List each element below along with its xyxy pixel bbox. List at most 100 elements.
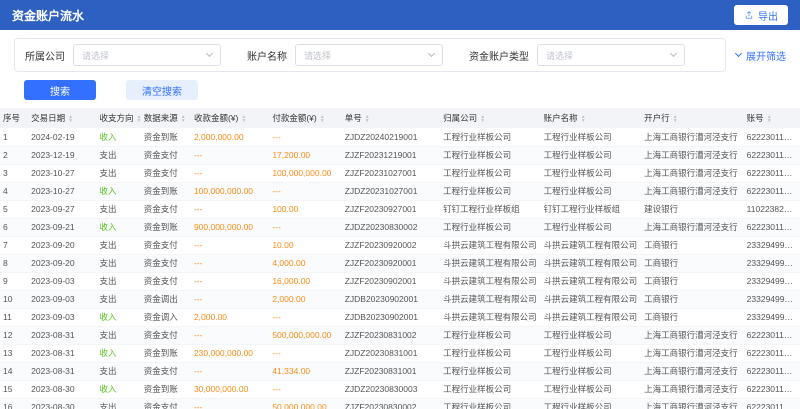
sort-icon[interactable]: ▲▼: [68, 115, 73, 123]
cell-bank: 上海工商银行漕河泾支行: [641, 380, 744, 398]
cell-account-name: 斗拱云建筑工程有限公司: [541, 236, 642, 254]
company-select[interactable]: 请选择: [73, 44, 221, 66]
cell-bank: 工商银行: [641, 290, 744, 308]
clear-search-button[interactable]: 清空搜索: [126, 80, 198, 100]
filter-actions: 搜索 清空搜索: [24, 80, 800, 100]
cell-source: 资金到账: [141, 128, 191, 146]
search-button[interactable]: 搜索: [24, 80, 96, 100]
cell-direction: 收入: [96, 128, 140, 146]
cell-order-no: ZJZF20230830002: [342, 398, 440, 409]
cell-index: 8: [0, 254, 28, 272]
sort-icon[interactable]: ▲▼: [241, 115, 246, 123]
cell-receive-amount: 230,000,000.00: [191, 344, 269, 362]
cell-source: 资金支付: [141, 272, 191, 290]
sort-icon[interactable]: ▲▼: [673, 115, 678, 123]
cell-date: 2023-08-31: [28, 362, 96, 380]
cell-receive-amount: 30,000,000.00: [191, 380, 269, 398]
cell-date: 2023-09-03: [28, 272, 96, 290]
col-order-no[interactable]: 单号▲▼: [342, 108, 440, 128]
col-label: 开户行: [644, 113, 670, 123]
cell-receive-amount: ---: [191, 290, 269, 308]
cell-receive-amount: 2,000.00: [191, 308, 269, 326]
cell-bank: 上海工商银行漕河泾支行: [641, 398, 744, 409]
export-label: 导出: [758, 8, 778, 23]
expand-filters-link[interactable]: 展开筛选: [736, 48, 786, 63]
export-button[interactable]: 导出: [734, 5, 788, 25]
transactions-table: 序号交易日期▲▼收支方向▲▼数据来源▲▼收款金额(¥)▲▼付款金额(¥)▲▼单号…: [0, 108, 800, 409]
cell-order-no: ZJZF20230920001: [342, 254, 440, 272]
cell-account-name: 斗拱云建筑工程有限公司: [541, 308, 642, 326]
cell-account-no: 62223011…: [744, 344, 800, 362]
cell-company: 工程行业样板公司: [440, 128, 541, 146]
sort-icon[interactable]: ▲▼: [767, 115, 772, 123]
col-source[interactable]: 数据来源▲▼: [141, 108, 191, 128]
cell-receive-amount: 100,000,000.00: [191, 182, 269, 200]
cell-order-no: ZJZF20231027001: [342, 164, 440, 182]
sort-icon[interactable]: ▲▼: [181, 115, 186, 123]
cell-pay-amount: ---: [269, 344, 341, 362]
cell-date: 2023-09-20: [28, 254, 96, 272]
sort-icon[interactable]: ▲▼: [320, 115, 325, 123]
cell-receive-amount: ---: [191, 236, 269, 254]
table-row: 22023-12-19支出资金支付---17,200.00ZJZF2023121…: [0, 146, 800, 164]
col-date[interactable]: 交易日期▲▼: [28, 108, 96, 128]
cell-order-no: ZJZF20230831002: [342, 326, 440, 344]
cell-receive-amount: 900,000,000.00: [191, 218, 269, 236]
col-receive-amount[interactable]: 收款金额(¥)▲▼: [191, 108, 269, 128]
cell-company: 斗拱云建筑工程有限公司: [440, 308, 541, 326]
col-label: 收款金额(¥): [194, 113, 238, 123]
col-direction[interactable]: 收支方向▲▼: [96, 108, 140, 128]
sort-icon[interactable]: ▲▼: [581, 115, 586, 123]
col-company[interactable]: 归属公司▲▼: [440, 108, 541, 128]
cell-index: 12: [0, 326, 28, 344]
cell-receive-amount: ---: [191, 146, 269, 164]
cell-order-no: ZJDZ20240219001: [342, 128, 440, 146]
cell-direction: 收入: [96, 182, 140, 200]
cell-direction: 支出: [96, 326, 140, 344]
filter-label-account-name: 账户名称: [247, 48, 287, 63]
cell-date: 2023-08-30: [28, 380, 96, 398]
account-type-select-placeholder: 请选择: [546, 49, 573, 62]
col-pay-amount[interactable]: 付款金额(¥)▲▼: [269, 108, 341, 128]
cell-source: 资金支付: [141, 164, 191, 182]
cell-source: 资金支付: [141, 146, 191, 164]
cell-company: 工程行业样板公司: [440, 326, 541, 344]
cell-company: 工程行业样板公司: [440, 380, 541, 398]
cell-account-name: 工程行业样板公司: [541, 344, 642, 362]
cell-receive-amount: ---: [191, 200, 269, 218]
cell-company: 工程行业样板公司: [440, 146, 541, 164]
table-row: 62023-09-21收入资金到账900,000,000.00---ZJDZ20…: [0, 218, 800, 236]
cell-index: 3: [0, 164, 28, 182]
col-bank[interactable]: 开户行▲▼: [641, 108, 744, 128]
account-name-select[interactable]: 请选择: [295, 44, 443, 66]
col-account-no[interactable]: 账号▲▼: [744, 108, 800, 128]
cell-order-no: ZJDZ20230830002: [342, 218, 440, 236]
cell-bank: 工商银行: [641, 272, 744, 290]
cell-account-no: 62223011…: [744, 218, 800, 236]
col-account-name[interactable]: 账户名称▲▼: [541, 108, 642, 128]
table-row: 12024-02-19收入资金到账2,000,000.00---ZJDZ2024…: [0, 128, 800, 146]
col-index: 序号: [0, 108, 28, 128]
cell-account-name: 斗拱云建筑工程有限公司: [541, 254, 642, 272]
cell-pay-amount: 2,000.00: [269, 290, 341, 308]
cell-bank: 上海工商银行漕河泾支行: [641, 218, 744, 236]
account-type-select[interactable]: 请选择: [537, 44, 685, 66]
sort-icon[interactable]: ▲▼: [480, 115, 485, 123]
cell-company: 斗拱云建筑工程有限公司: [440, 236, 541, 254]
cell-company: 钉钉工程行业样板组: [440, 200, 541, 218]
filter-field-account-type: 资金账户类型 请选择: [469, 44, 685, 66]
cell-order-no: ZJDB20230902001: [342, 308, 440, 326]
cell-pay-amount: 100,000,000.00: [269, 164, 341, 182]
table-row: 162023-08-30支出资金支付---50,000,000.00ZJZF20…: [0, 398, 800, 409]
cell-company: 工程行业样板公司: [440, 164, 541, 182]
cell-direction: 收入: [96, 308, 140, 326]
cell-bank: 上海工商银行漕河泾支行: [641, 164, 744, 182]
sort-icon[interactable]: ▲▼: [136, 115, 140, 123]
col-label: 归属公司: [443, 113, 477, 123]
cell-bank: 上海工商银行漕河泾支行: [641, 182, 744, 200]
filter-label-account-type: 资金账户类型: [469, 48, 529, 63]
cell-receive-amount: ---: [191, 254, 269, 272]
sort-icon[interactable]: ▲▼: [365, 115, 370, 123]
cell-pay-amount: 50,000,000.00: [269, 398, 341, 409]
cell-date: 2023-09-03: [28, 290, 96, 308]
